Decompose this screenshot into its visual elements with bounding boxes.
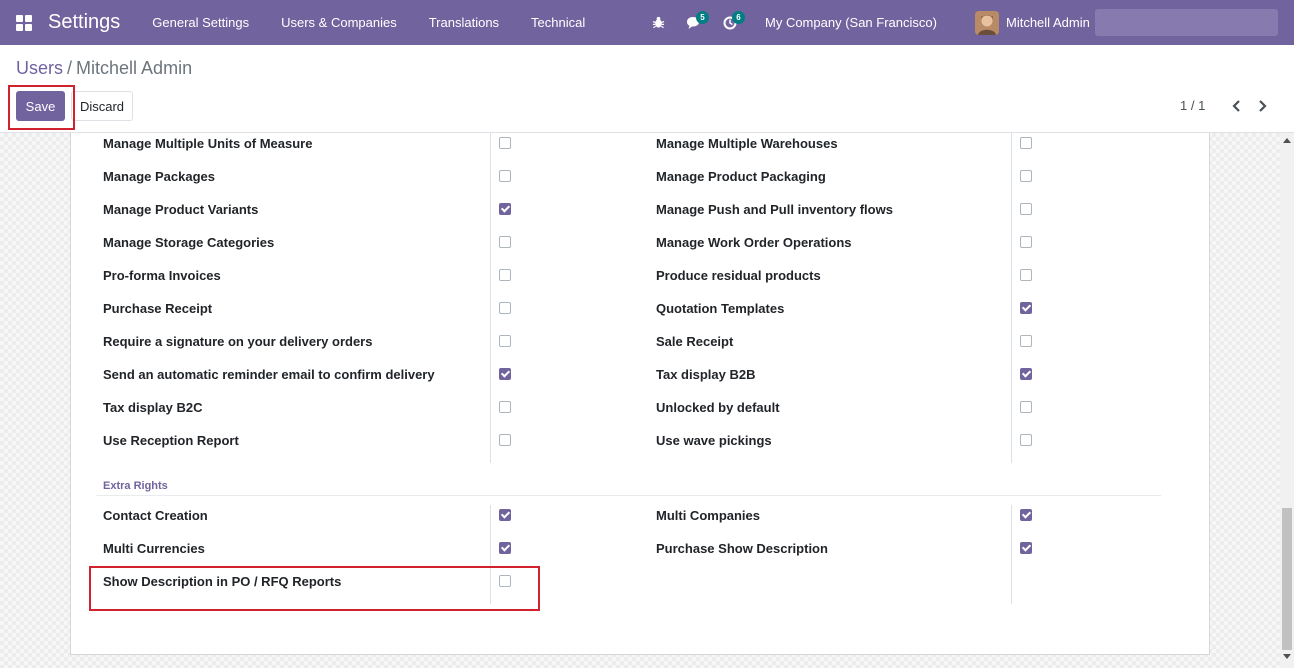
scroll-down-arrow-icon[interactable] bbox=[1280, 654, 1294, 664]
right-checkbox-tax-display-b2b[interactable] bbox=[1020, 368, 1032, 380]
right-checkbox-use-reception-report[interactable] bbox=[499, 434, 511, 446]
activities-clock-icon[interactable]: 6 bbox=[712, 0, 748, 45]
right-label-tax-display-b2c: Tax display B2C bbox=[103, 400, 203, 415]
avatar bbox=[975, 10, 999, 35]
right-label-quotation-templates: Quotation Templates bbox=[656, 301, 785, 316]
breadcrumb-current: Mitchell Admin bbox=[76, 58, 193, 78]
right-label-send-an-automatic-reminder-email-to-confirm-delivery: Send an automatic reminder email to conf… bbox=[103, 367, 435, 382]
right-checkbox-manage-packages[interactable] bbox=[499, 170, 511, 182]
column-divider-right bbox=[1011, 133, 1012, 463]
right-label-require-a-signature-on-your-delivery-orders: Require a signature on your delivery ord… bbox=[103, 334, 373, 349]
extra-rights-divider bbox=[96, 495, 1161, 496]
right-checkbox-contact-creation[interactable] bbox=[499, 509, 511, 521]
right-label-contact-creation: Contact Creation bbox=[103, 508, 208, 523]
right-checkbox-quotation-templates[interactable] bbox=[1020, 302, 1032, 314]
user-name: Mitchell Admin bbox=[1006, 15, 1090, 30]
apps-menu-icon[interactable] bbox=[0, 0, 48, 45]
right-label-manage-packages: Manage Packages bbox=[103, 169, 216, 184]
scrollbar[interactable] bbox=[1280, 133, 1294, 668]
right-checkbox-tax-display-b2c[interactable] bbox=[499, 401, 511, 413]
right-checkbox-purchase-show-description[interactable] bbox=[1020, 542, 1032, 554]
right-checkbox-require-a-signature-on-your-delivery-orders[interactable] bbox=[499, 335, 511, 347]
scroll-up-arrow-icon[interactable] bbox=[1280, 137, 1294, 147]
right-checkbox-send-an-automatic-reminder-email-to-confirm-delivery[interactable] bbox=[499, 368, 511, 380]
right-checkbox-multi-companies[interactable] bbox=[1020, 509, 1032, 521]
right-checkbox-unlocked-by-default[interactable] bbox=[1020, 401, 1032, 413]
save-highlight-box bbox=[8, 85, 75, 130]
pager-previous-chevron-icon[interactable] bbox=[1226, 94, 1246, 118]
extra-rights-title: Extra Rights bbox=[103, 480, 168, 492]
top-navbar: Settings General Settings Users & Compan… bbox=[0, 0, 1294, 45]
pager-next-chevron-icon[interactable] bbox=[1253, 94, 1273, 118]
right-label-manage-work-order-operations: Manage Work Order Operations bbox=[656, 235, 852, 250]
right-checkbox-manage-multiple-units-of-measure[interactable] bbox=[499, 137, 511, 149]
right-label-multi-companies: Multi Companies bbox=[656, 508, 761, 523]
right-checkbox-multi-currencies[interactable] bbox=[499, 542, 511, 554]
right-checkbox-manage-product-variants[interactable] bbox=[499, 203, 511, 215]
column-divider-left bbox=[490, 133, 491, 463]
breadcrumb-users-link[interactable]: Users bbox=[16, 58, 63, 79]
right-label-manage-product-variants: Manage Product Variants bbox=[103, 202, 259, 217]
right-checkbox-purchase-receipt[interactable] bbox=[499, 302, 511, 314]
menu-general-settings[interactable]: General Settings bbox=[136, 0, 265, 45]
right-label-unlocked-by-default: Unlocked by default bbox=[656, 400, 780, 415]
breadcrumb-separator: / bbox=[67, 58, 73, 78]
right-label-pro-forma-invoices: Pro-forma Invoices bbox=[103, 268, 221, 283]
right-label-manage-push-and-pull-inventory-flows: Manage Push and Pull inventory flows bbox=[656, 202, 893, 217]
right-checkbox-manage-product-packaging[interactable] bbox=[1020, 170, 1032, 182]
right-label-sale-receipt: Sale Receipt bbox=[656, 334, 734, 349]
right-label-multi-currencies: Multi Currencies bbox=[103, 541, 205, 556]
right-label-produce-residual-products: Produce residual products bbox=[656, 268, 821, 283]
right-checkbox-manage-push-and-pull-inventory-flows[interactable] bbox=[1020, 203, 1032, 215]
right-checkbox-produce-residual-products[interactable] bbox=[1020, 269, 1032, 281]
systray: 5 6 My Company (San Francisco) bbox=[640, 0, 937, 45]
right-checkbox-sale-receipt[interactable] bbox=[1020, 335, 1032, 347]
right-label-tax-display-b2b: Tax display B2B bbox=[656, 367, 756, 382]
discard-button[interactable]: Discard bbox=[71, 91, 133, 121]
right-checkbox-manage-work-order-operations[interactable] bbox=[1020, 236, 1032, 248]
scrollbar-thumb[interactable] bbox=[1282, 508, 1292, 650]
menu-users-companies[interactable]: Users & Companies bbox=[265, 0, 413, 45]
redacted-area bbox=[1095, 9, 1278, 36]
pager-value[interactable]: 1 / 1 bbox=[1180, 98, 1205, 113]
user-menu[interactable]: Mitchell Admin bbox=[975, 0, 1090, 45]
main-menu: General Settings Users & Companies Trans… bbox=[136, 0, 601, 45]
right-label-use-wave-pickings: Use wave pickings bbox=[656, 433, 772, 448]
menu-technical[interactable]: Technical bbox=[515, 0, 601, 45]
control-panel: Users / Mitchell Admin Save Discard 1 / … bbox=[0, 45, 1294, 133]
right-checkbox-manage-storage-categories[interactable] bbox=[499, 236, 511, 248]
breadcrumb: Users / Mitchell Admin bbox=[16, 58, 192, 79]
right-checkbox-pro-forma-invoices[interactable] bbox=[499, 269, 511, 281]
company-switcher[interactable]: My Company (San Francisco) bbox=[765, 15, 937, 30]
right-label-use-reception-report: Use Reception Report bbox=[103, 433, 239, 448]
menu-translations[interactable]: Translations bbox=[413, 0, 515, 45]
messages-icon[interactable]: 5 bbox=[676, 0, 712, 45]
right-label-purchase-receipt: Purchase Receipt bbox=[103, 301, 213, 316]
extra-column-divider-right bbox=[1011, 505, 1012, 604]
activities-count-badge: 6 bbox=[732, 11, 745, 24]
right-label-manage-multiple-warehouses: Manage Multiple Warehouses bbox=[656, 136, 838, 151]
right-label-purchase-show-description: Purchase Show Description bbox=[656, 541, 828, 556]
right-label-manage-storage-categories: Manage Storage Categories bbox=[103, 235, 275, 250]
messages-count-badge: 5 bbox=[696, 11, 709, 24]
right-checkbox-use-wave-pickings[interactable] bbox=[1020, 434, 1032, 446]
right-label-manage-multiple-units-of-measure: Manage Multiple Units of Measure bbox=[103, 136, 313, 151]
right-checkbox-manage-multiple-warehouses[interactable] bbox=[1020, 137, 1032, 149]
debug-bug-icon[interactable] bbox=[640, 0, 676, 45]
app-title[interactable]: Settings bbox=[48, 11, 120, 34]
field-highlight-box bbox=[89, 566, 540, 611]
right-label-manage-product-packaging: Manage Product Packaging bbox=[656, 169, 826, 184]
